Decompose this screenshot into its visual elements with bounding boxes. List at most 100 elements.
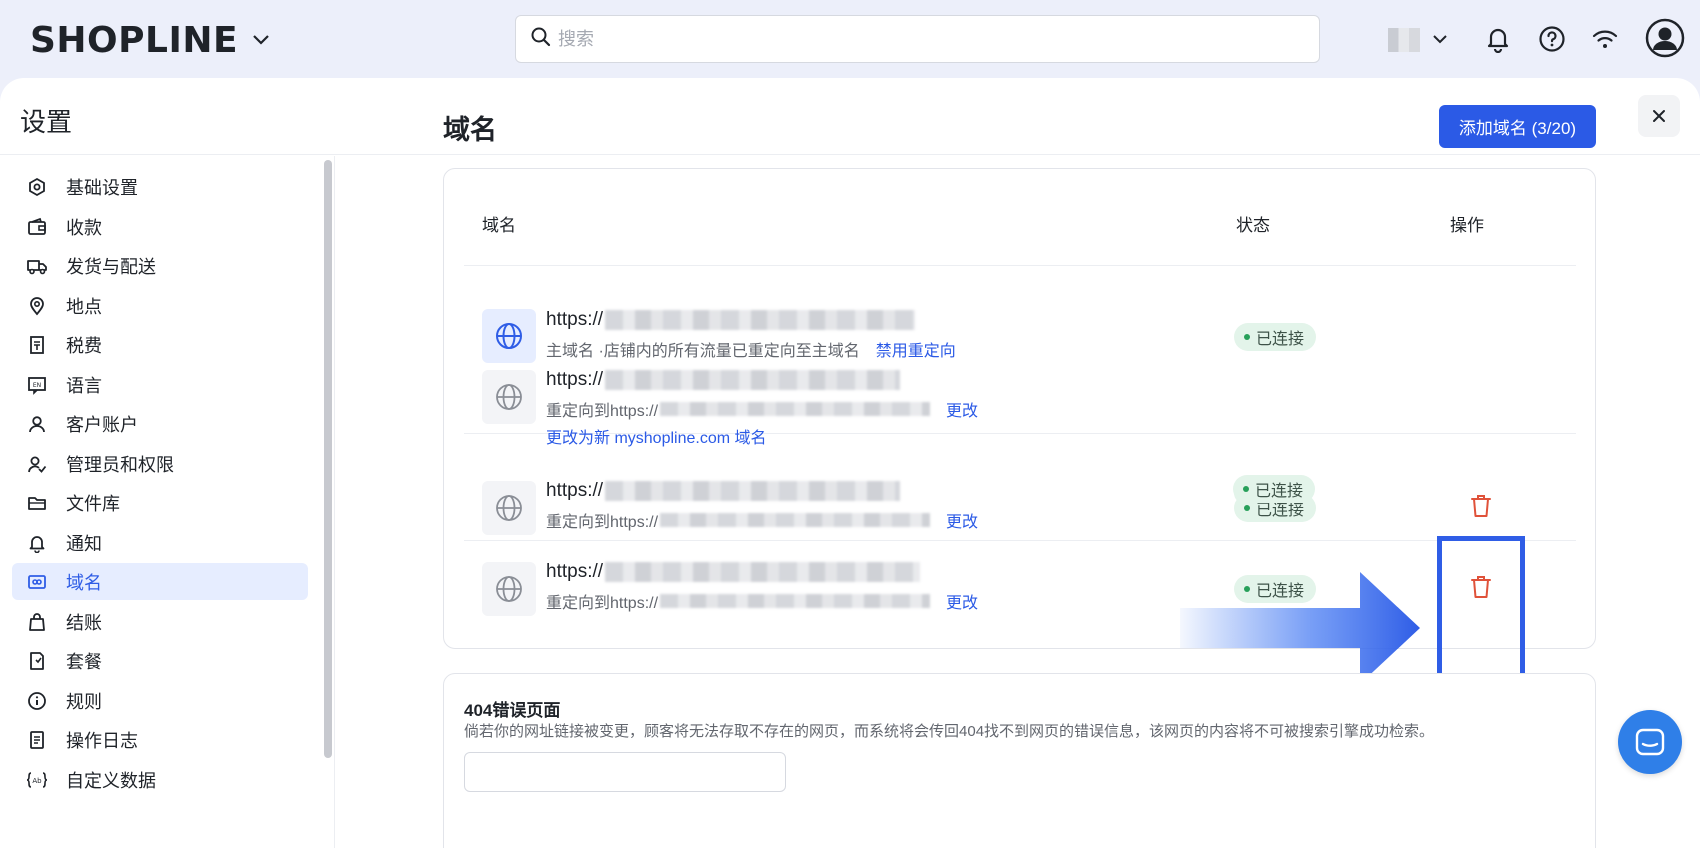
help-icon[interactable] xyxy=(1537,24,1567,54)
wifi-icon[interactable] xyxy=(1590,24,1620,54)
sidebar-item-policies[interactable]: 规则 xyxy=(12,682,308,719)
close-icon xyxy=(1653,110,1665,122)
sidebar-item-label: 域名 xyxy=(66,572,102,593)
change-to-myshopline-row: 更改为新 myshopline.com 域名 xyxy=(546,424,767,448)
chevron-down-icon[interactable] xyxy=(1432,31,1448,49)
domain-subtext: 重定向到https:// 更改 xyxy=(546,589,978,613)
sidebar-item-languages[interactable]: EN 语言 xyxy=(12,366,308,403)
redacted-text xyxy=(605,562,921,582)
domain-url[interactable]: https:// xyxy=(546,309,916,331)
domain-url[interactable]: https:// xyxy=(546,480,901,502)
sidebar-item-locations[interactable]: 地点 xyxy=(12,287,308,324)
domain-subtext: 重定向到https:// 更改 xyxy=(546,508,978,532)
store-switcher[interactable] xyxy=(1388,28,1448,52)
column-header-status: 状态 xyxy=(1236,216,1270,235)
user-icon xyxy=(26,413,48,435)
page-title: 设置 xyxy=(20,107,73,137)
change-redirect-link[interactable]: 更改 xyxy=(946,589,978,613)
redacted-text xyxy=(605,481,901,501)
sidebar-item-label: 基础设置 xyxy=(66,177,138,198)
sidebar-item-label: 通知 xyxy=(66,533,102,554)
sidebar-item-domains[interactable]: 域名 xyxy=(12,563,308,600)
sidebar-item-files[interactable]: 文件库 xyxy=(12,484,308,521)
sidebar-item-label: 操作日志 xyxy=(66,730,138,751)
top-bar: SHOPLINE xyxy=(0,0,1700,80)
logo-text: SHOPLINE xyxy=(30,20,239,61)
sidebar-item-taxes[interactable]: 税费 xyxy=(12,326,308,363)
error-page-card: 404错误页面 倘若你的网址链接被变更，顾客将无法存取不存在的网页，而系统将会传… xyxy=(443,673,1596,848)
shopline-logo[interactable]: SHOPLINE xyxy=(30,20,270,61)
domain-subtext-label: 重定向到https:// xyxy=(546,595,659,612)
search-input[interactable] xyxy=(558,28,1298,50)
truck-icon xyxy=(26,255,48,277)
domain-url[interactable]: https:// xyxy=(546,561,921,583)
sidebar-item-activity-log[interactable]: 操作日志 xyxy=(12,721,308,758)
status-badge: 已连接 xyxy=(1234,323,1317,351)
status-badge: 已连接 xyxy=(1233,475,1316,503)
chat-button[interactable] xyxy=(1618,710,1682,774)
sidebar-item-label: 语言 xyxy=(66,375,102,396)
error-page-select[interactable] xyxy=(464,752,786,792)
sidebar-item-label: 套餐 xyxy=(66,651,102,672)
column-header-actions: 操作 xyxy=(1450,216,1484,235)
add-domain-button[interactable]: 添加域名 (3/20) xyxy=(1439,105,1596,148)
redacted-text xyxy=(660,513,931,527)
error-page-description: 倘若你的网址链接被变更，顾客将无法存取不存在的网页，而系统将会传回404找不到网… xyxy=(464,723,1435,740)
domain-url-text: https:// xyxy=(546,369,604,390)
trash-icon[interactable] xyxy=(1466,491,1496,521)
sidebar-item-label: 收款 xyxy=(66,217,102,238)
close-button[interactable] xyxy=(1638,95,1680,137)
receipt-icon xyxy=(26,334,48,356)
globe-icon xyxy=(482,481,536,535)
globe-icon xyxy=(482,562,536,616)
domain-url-text: https:// xyxy=(546,480,604,501)
domain-url[interactable]: https:// xyxy=(546,369,901,391)
status-badge-text: 已连接 xyxy=(1255,483,1304,500)
log-icon xyxy=(26,729,48,751)
status-dot xyxy=(1243,486,1249,492)
sidebar-item-label: 税费 xyxy=(66,335,102,356)
bell-icon[interactable] xyxy=(1483,24,1513,54)
avatar-icon[interactable] xyxy=(1645,18,1685,58)
search-icon xyxy=(530,26,552,53)
info-circle-icon xyxy=(26,690,48,712)
sidebar-scrollbar[interactable] xyxy=(324,160,332,758)
change-to-myshopline-link[interactable]: 更改为新 myshopline.com 域名 xyxy=(546,424,767,448)
change-redirect-link[interactable]: 更改 xyxy=(946,397,978,421)
redacted-text xyxy=(605,310,916,330)
redacted-text xyxy=(660,594,931,608)
status-dot xyxy=(1244,505,1250,511)
search-box[interactable] xyxy=(515,15,1320,63)
disable-redirect-link[interactable]: 禁用重定向 xyxy=(876,337,956,361)
sidebar-item-label: 客户账户 xyxy=(66,414,138,435)
sidebar-item-label: 自定义数据 xyxy=(66,770,156,791)
sidebar-item-payments[interactable]: 收款 xyxy=(12,208,308,245)
sidebar-item-staff-permissions[interactable]: 管理员和权限 xyxy=(12,445,308,482)
sidebar-item-basic[interactable]: 基础设置 xyxy=(12,168,308,205)
language-icon: EN xyxy=(26,374,48,396)
sidebar-item-label: 地点 xyxy=(66,296,102,317)
sidebar-item-checkout[interactable]: 结账 xyxy=(12,603,308,640)
annotation-arrow-icon xyxy=(1180,572,1420,684)
sidebar-item-plan[interactable]: 套餐 xyxy=(12,642,308,679)
custom-data-icon: Ab xyxy=(26,769,48,791)
bell-icon xyxy=(26,532,48,554)
change-redirect-link[interactable]: 更改 xyxy=(946,508,978,532)
sidebar-item-notifications[interactable]: 通知 xyxy=(12,524,308,561)
sidebar-item-label: 管理员和权限 xyxy=(66,454,174,475)
sidebar-item-custom-data[interactable]: Ab 自定义数据 xyxy=(12,761,308,798)
sidebar-item-label: 规则 xyxy=(66,691,102,712)
column-header-domain: 域名 xyxy=(482,216,516,235)
chevron-down-icon[interactable] xyxy=(252,30,270,51)
sidebar-item-customer-accounts[interactable]: 客户账户 xyxy=(12,405,308,442)
redacted-text xyxy=(660,402,931,416)
store-avatar xyxy=(1388,28,1420,52)
domains-table: 域名 状态 操作 https:// 主域名 ·店铺内的所有流量已重定向至主域名 … xyxy=(443,168,1596,649)
domain-subtext-label: 重定向到https:// xyxy=(546,403,659,420)
sidebar-item-shipping[interactable]: 发货与配送 xyxy=(12,247,308,284)
folder-icon xyxy=(26,492,48,514)
domain-url-text: https:// xyxy=(546,309,604,330)
domain-subtext-label: 主域名 ·店铺内的所有流量已重定向至主域名 xyxy=(546,343,860,360)
divider xyxy=(464,265,1576,266)
wallet-icon xyxy=(26,216,48,238)
